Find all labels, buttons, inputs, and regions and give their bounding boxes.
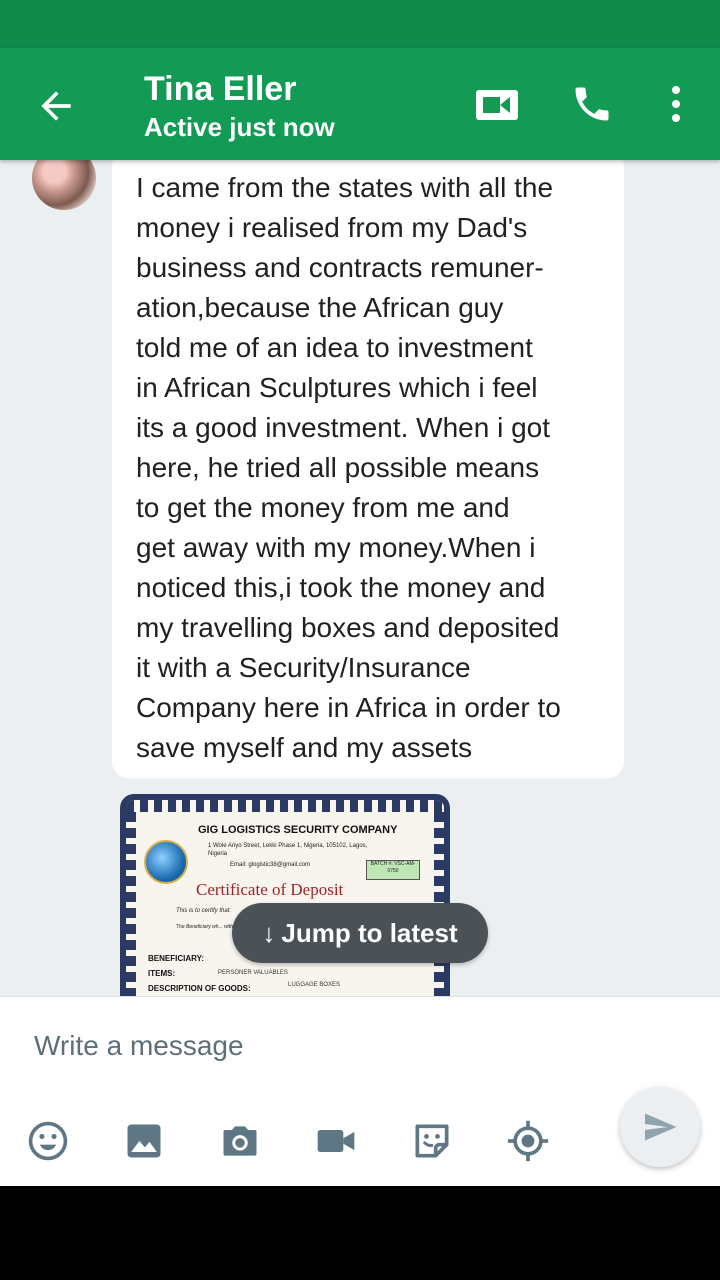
- jump-to-latest-label: Jump to latest: [281, 917, 458, 948]
- image-icon: [127, 1124, 161, 1158]
- sticker-icon: [415, 1124, 449, 1158]
- certificate-description-value: LUGGAGE BOXES: [288, 982, 341, 988]
- voice-call-button[interactable]: [570, 82, 614, 126]
- back-button[interactable]: [34, 84, 78, 128]
- certificate-items-value: PERSONER VALUABLES: [218, 970, 288, 976]
- location-icon: [507, 1120, 549, 1162]
- certificate-image[interactable]: GIG LOGISTICS SECURITY COMPANY 1 Wole Ar…: [120, 794, 450, 996]
- send-icon: [645, 1113, 677, 1141]
- image-button[interactable]: [122, 1119, 166, 1163]
- camera-button[interactable]: [218, 1119, 262, 1163]
- video-call-button[interactable]: [474, 84, 520, 126]
- emoji-icon: [28, 1121, 68, 1161]
- certificate-beneficiary-label: BENEFICIARY:: [148, 954, 204, 963]
- certificate-description-label: DESCRIPTION OF GOODS:: [148, 984, 251, 993]
- sticker-button[interactable]: [410, 1119, 454, 1163]
- emoji-button[interactable]: [26, 1119, 70, 1163]
- chat-area[interactable]: I came from the states with all the mone…: [0, 160, 720, 996]
- location-button[interactable]: [506, 1119, 550, 1163]
- certificate-border: [126, 812, 136, 996]
- globe-logo-icon: [144, 840, 188, 884]
- message-composer: [0, 996, 720, 1187]
- certificate-address: 1 Wole Ariyo Street, Lekki Phase 1, Nige…: [208, 843, 368, 857]
- status-bar: [0, 0, 720, 48]
- arrow-back-icon: [41, 91, 71, 121]
- certificate-email: Email: glogistic38@gmail.com: [230, 862, 311, 868]
- video-button[interactable]: [314, 1119, 358, 1163]
- certificate-company: GIG LOGISTICS SECURITY COMPANY: [198, 824, 398, 836]
- certificate-batch: BATCH #: VSC-AM-0750: [366, 860, 420, 880]
- certificate-title: Certificate of Deposit: [196, 880, 344, 899]
- message-bubble[interactable]: I came from the states with all the mone…: [112, 160, 624, 778]
- certificate-items-label: ITEMS:: [148, 969, 176, 978]
- more-vert-icon: [672, 86, 680, 122]
- certificate-border: [126, 800, 444, 812]
- contact-status: Active just now: [144, 112, 335, 142]
- send-button[interactable]: [620, 1087, 700, 1167]
- arrow-down-icon: ↓: [262, 917, 276, 948]
- navigation-bar: [0, 1186, 720, 1280]
- camera-icon: [223, 1126, 257, 1156]
- more-options-button[interactable]: [664, 82, 688, 126]
- phone-icon: [575, 87, 609, 121]
- message-text: I came from the states with all the mone…: [136, 172, 561, 763]
- video-camera-icon: [476, 90, 518, 120]
- video-icon: [317, 1130, 355, 1152]
- app-bar: Tina Eller Active just now: [0, 48, 720, 160]
- message-input[interactable]: [32, 1023, 596, 1069]
- jump-to-latest-button[interactable]: ↓ Jump to latest: [232, 903, 488, 963]
- certificate-certify: This is to certify that:: [176, 908, 232, 914]
- contact-name[interactable]: Tina Eller: [144, 70, 296, 109]
- avatar[interactable]: [32, 160, 96, 210]
